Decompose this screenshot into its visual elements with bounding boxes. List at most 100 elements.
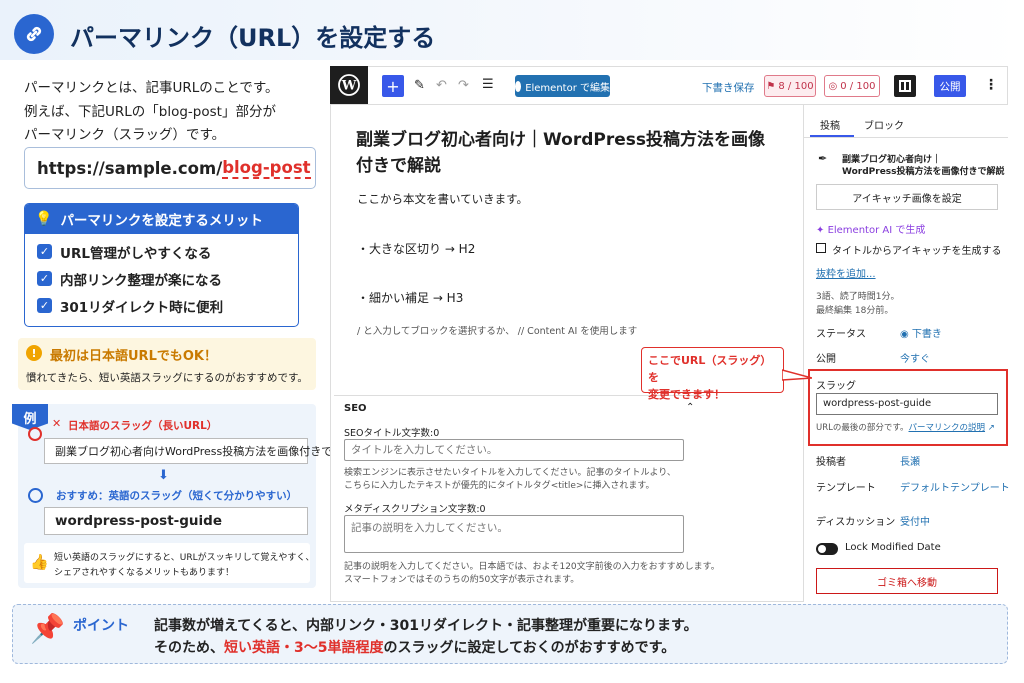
tab-block[interactable]: ブロック xyxy=(864,117,904,132)
check-icon: ✓ xyxy=(37,271,52,286)
pencil-icon[interactable]: ✎ xyxy=(414,78,425,93)
merit-box: 💡 パーマリンクを設定するメリット ✓ URL管理がしやすくなる ✓ 内部リンク整理… xyxy=(24,203,299,327)
tip-line-2: シェアされやすくなるメリットもあります！ xyxy=(54,568,235,578)
elementor-label: Elementor で編集 xyxy=(525,82,610,94)
seo-score-badge[interactable]: ⚑ 8 / 100 xyxy=(764,75,816,97)
save-draft-button[interactable]: 下書き保存 xyxy=(702,80,755,95)
last-edited: 最終編集 18分前。 xyxy=(816,306,894,316)
merit-title: パーマリンクを設定するメリット xyxy=(60,213,263,229)
author-label: 投稿者 xyxy=(816,457,846,468)
ok-title: 最初は日本語URLでもOK！ xyxy=(50,349,217,364)
paragraph-block[interactable]: ここから本文を書いていきます。 xyxy=(357,191,528,207)
url-slug: blog-post xyxy=(222,157,311,179)
sidebar-post-title-2: WordPress投稿方法を画像付きで解説 xyxy=(842,167,1005,177)
bad-label: 日本語のスラッグ（長いURL） xyxy=(68,420,218,432)
elementor-icon xyxy=(515,80,522,92)
undo-icon[interactable]: ↶ xyxy=(436,78,447,93)
merit-item: ✓ 301リダイレクト時に便利 xyxy=(25,292,298,319)
merit-text: URL管理がしやすくなる xyxy=(60,245,212,262)
chevron-up-icon[interactable]: ⌃ xyxy=(686,402,694,413)
tab-post[interactable]: 投稿 xyxy=(820,117,840,132)
slug-help-text: URLの最後の部分です。 xyxy=(816,423,909,433)
set-featured-image-button[interactable]: アイキャッチ画像を設定 xyxy=(816,184,998,210)
point-line-2-pre: そのため、 xyxy=(154,640,224,656)
point-line-2-post: のスラッグに設定しておくのがおすすめです。 xyxy=(383,640,676,656)
spiral-icon: ◎ xyxy=(828,80,838,92)
word-count: 3語、読了時間1分。 xyxy=(816,292,900,302)
add-block-button[interactable]: + xyxy=(382,75,404,97)
bad-slug: 副業ブログ初心者向けWordPress投稿方法を画像付きで解説 xyxy=(44,438,354,464)
permalink-help-link[interactable]: パーマリンクの説明 xyxy=(909,423,986,433)
template-label: テンプレート xyxy=(816,483,876,494)
redo-icon[interactable]: ↷ xyxy=(458,78,469,93)
seo-title-help-2: こちらに入力したテキストが優先的にタイトルタグ<title>に挿入されます。 xyxy=(344,481,655,491)
discussion-value[interactable]: 受付中 xyxy=(900,513,930,528)
exclamation-icon: ! xyxy=(26,345,42,361)
point-label: ポイント xyxy=(73,618,129,634)
slug-help: URLの最後の部分です。パーマリンクの説明 ↗ xyxy=(816,421,995,433)
publish-date-value[interactable]: 今すぐ xyxy=(900,350,930,365)
add-excerpt-link[interactable]: 抜粋を追加... xyxy=(816,265,876,280)
intro-line-2: 例えば、下記URLの「blog-post」部分が xyxy=(24,104,276,120)
tabs-divider xyxy=(803,137,1008,138)
list-view-icon[interactable]: ☰ xyxy=(482,77,494,92)
good-slug: wordpress-post-guide xyxy=(44,507,308,535)
generate-featured-label: タイトルからアイキャッチを生成する xyxy=(832,246,1002,257)
seo-title-help-1: 検索エンジンに表示させたいタイトルを入力してください。記事のタイトルより、 xyxy=(344,468,676,478)
post-title[interactable]: 副業ブログ初心者向け｜WordPress投稿方法を画像付きで解説 xyxy=(356,127,776,179)
ok-text: 慣れてきたら、短い英語スラッグにするのがおすすめです。 xyxy=(26,372,308,384)
merit-text: 301リダイレクト時に便利 xyxy=(60,299,224,316)
settings-panel-icon[interactable] xyxy=(894,75,916,97)
link-icon xyxy=(14,14,54,54)
move-to-trash-button[interactable]: ゴミ箱へ移動 xyxy=(816,568,998,594)
cross-icon: ✕ xyxy=(52,417,62,430)
wordpress-logo-icon[interactable]: W xyxy=(330,66,368,104)
elementor-ai-text: Elementor AI で生成 xyxy=(827,225,926,236)
generate-featured-checkbox[interactable] xyxy=(816,243,826,253)
publish-label: 公開 xyxy=(816,354,836,365)
merit-item: ✓ 内部リンク整理が楽になる xyxy=(25,265,298,292)
template-value[interactable]: デフォルトテンプレート xyxy=(900,479,1010,494)
circle-icon xyxy=(28,427,42,441)
callout-line-2: 変更できます！ xyxy=(648,388,725,401)
paragraph-block[interactable]: ・大きな区切り → H2 xyxy=(357,240,475,257)
point-line-2: そのため、短い英語・3〜5単語程度のスラッグに設定しておくのがおすすめです。 xyxy=(154,637,675,657)
slug-callout: ここでURL（スラッグ）を 変更できます！ xyxy=(641,347,784,401)
url-base: https://sample.com/ xyxy=(37,158,223,178)
discussion-label: ディスカッション xyxy=(816,517,896,528)
intro-line-3: パーマリンク（スラッグ）です。 xyxy=(24,127,226,143)
active-tab-indicator xyxy=(810,135,854,137)
more-options-icon[interactable]: ⋮ xyxy=(984,77,998,93)
merit-item: ✓ URL管理がしやすくなる xyxy=(25,238,298,265)
example-url: https://sample.com/blog-post xyxy=(24,147,316,189)
check-icon: ✓ xyxy=(37,244,52,259)
block-hint[interactable]: / と入力してブロックを選択するか、 // Content AI を使用します xyxy=(357,323,637,337)
publish-button[interactable]: 公開 xyxy=(934,75,966,97)
paragraph-block[interactable]: ・細かい補足 → H3 xyxy=(357,289,463,306)
tip-line-1: 短い英語のスラッグにすると、URLがスッキリして覚えやすく、 xyxy=(54,553,315,563)
score-icon: ⚑ xyxy=(766,80,776,92)
seo-title-input[interactable] xyxy=(344,439,684,461)
seo-title-label: SEOタイトル文字数:0 xyxy=(344,428,440,439)
lock-modified-toggle[interactable] xyxy=(816,543,838,555)
lock-modified-label: Lock Modified Date xyxy=(845,542,941,553)
status-value[interactable]: ◉ 下書き xyxy=(900,325,942,340)
merit-header: 💡 パーマリンクを設定するメリット xyxy=(25,204,298,234)
post-type-icon: ✒ xyxy=(818,152,828,165)
elementor-edit-button[interactable]: Elementor で編集 xyxy=(515,75,610,97)
elementor-ai-link[interactable]: ✦ Elementor AI で生成 xyxy=(816,221,925,236)
check-icon: ✓ xyxy=(37,298,52,313)
seo-desc-help-1: 記事の説明を入力してください。日本語では、およそ120文字前後の入力をおすすめし… xyxy=(344,562,720,572)
seo-header[interactable]: SEO xyxy=(344,403,367,414)
seo-desc-label: メタディスクリプション文字数:0 xyxy=(344,504,486,515)
seo-description-input[interactable] xyxy=(344,515,684,553)
author-value[interactable]: 長瀬 xyxy=(900,453,920,468)
svg-text:W: W xyxy=(341,79,357,94)
lightbulb-icon: 💡 xyxy=(35,211,53,227)
status-label: ステータス xyxy=(816,329,866,340)
seo-score-text: 8 / 100 xyxy=(778,80,814,92)
readability-score-badge[interactable]: ◎ 0 / 100 xyxy=(824,75,880,97)
slug-input[interactable]: wordpress-post-guide xyxy=(816,393,998,415)
point-highlight: 短い英語・3〜5単語程度 xyxy=(224,640,384,656)
external-link-icon: ↗ xyxy=(985,423,995,433)
